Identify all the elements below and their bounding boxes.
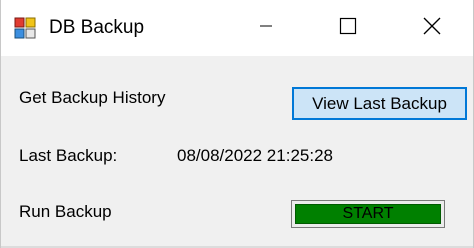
close-icon xyxy=(423,17,441,40)
app-icon xyxy=(14,17,36,39)
last-backup-label: Last Backup: xyxy=(19,146,118,165)
title-bar[interactable]: DB Backup xyxy=(1,0,473,56)
db-backup-window: DB Backup Get Backup History View Last B… xyxy=(0,0,474,248)
start-button-label: START xyxy=(295,204,441,224)
minimize-icon xyxy=(259,19,273,38)
last-backup-timestamp: 08/08/2022 21:25:28 xyxy=(177,146,333,165)
close-button[interactable] xyxy=(409,0,455,56)
start-button[interactable]: START xyxy=(291,200,445,228)
view-last-backup-button[interactable]: View Last Backup xyxy=(292,87,467,120)
maximize-button[interactable] xyxy=(325,0,371,56)
run-backup-label: Run Backup xyxy=(19,202,112,221)
window-title: DB Backup xyxy=(49,17,145,38)
maximize-icon xyxy=(339,17,357,40)
backup-history-label: Get Backup History xyxy=(19,88,166,107)
minimize-button[interactable] xyxy=(243,0,289,56)
